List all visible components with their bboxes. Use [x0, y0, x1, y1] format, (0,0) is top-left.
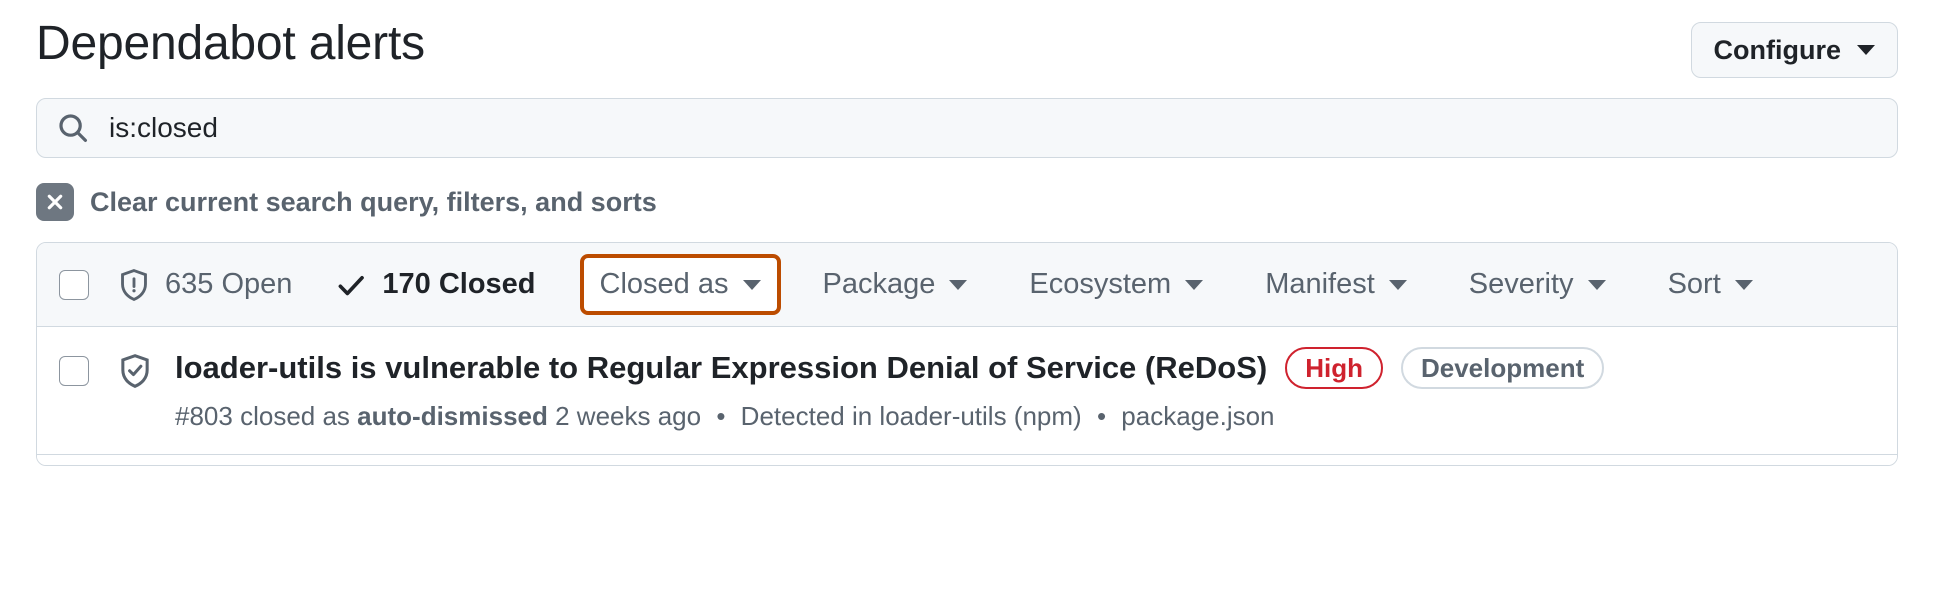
filter-manifest-label: Manifest [1265, 268, 1375, 301]
alert-title-line: loader-utils is vulnerable to Regular Ex… [175, 347, 1604, 389]
shield-check-icon [117, 353, 153, 389]
chevron-down-icon [1389, 280, 1407, 290]
chevron-down-icon [949, 280, 967, 290]
alert-detected-in: Detected in loader-utils (npm) [741, 401, 1082, 431]
alert-manifest: package.json [1121, 401, 1274, 431]
chevron-down-icon [1857, 45, 1875, 55]
filter-package[interactable]: Package [803, 254, 988, 315]
page-header: Dependabot alerts Configure [36, 0, 1898, 96]
filter-closed-as[interactable]: Closed as [580, 254, 781, 315]
alert-meta: #803 closed as auto-dismissed 2 weeks ag… [175, 401, 1604, 432]
alert-body: loader-utils is vulnerable to Regular Ex… [175, 347, 1604, 432]
search-icon [57, 112, 89, 144]
alert-select-checkbox[interactable] [59, 356, 89, 386]
shield-alert-icon [117, 268, 151, 302]
filter-sort-label: Sort [1668, 268, 1721, 301]
filter-severity-label: Severity [1469, 268, 1574, 301]
scope-badge: Development [1401, 347, 1604, 389]
page-title: Dependabot alerts [36, 14, 425, 74]
clear-filter-label: Clear current search query, filters, and… [90, 187, 657, 218]
search-input[interactable] [109, 112, 1877, 144]
chevron-down-icon [1588, 280, 1606, 290]
configure-button-label: Configure [1714, 35, 1842, 66]
filter-state-open-label: 635 Open [165, 268, 292, 301]
alert-time: 2 weeks ago [555, 401, 701, 431]
dependabot-alerts-page: Dependabot alerts Configure Clear curren… [0, 0, 1934, 602]
chevron-down-icon [743, 280, 761, 290]
configure-button[interactable]: Configure [1691, 22, 1899, 78]
meta-separator-icon: • [1097, 401, 1106, 431]
alert-number: #803 [175, 401, 233, 431]
filter-state-closed[interactable]: 170 Closed [334, 268, 535, 302]
clear-filter-button[interactable]: Clear current search query, filters, and… [36, 180, 1898, 224]
alert-row-next-partial [37, 455, 1897, 465]
alert-title[interactable]: loader-utils is vulnerable to Regular Ex… [175, 350, 1267, 386]
search-bar[interactable] [36, 98, 1898, 158]
check-icon [334, 268, 368, 302]
filter-state-closed-label: 170 Closed [382, 268, 535, 301]
filter-sort[interactable]: Sort [1648, 254, 1773, 315]
x-circle-icon [36, 183, 74, 221]
filter-ecosystem[interactable]: Ecosystem [1009, 254, 1223, 315]
alerts-container: 635 Open 170 Closed Closed as Package [36, 242, 1898, 466]
filter-severity[interactable]: Severity [1449, 254, 1626, 315]
filter-manifest[interactable]: Manifest [1245, 254, 1427, 315]
filter-closed-as-label: Closed as [600, 268, 729, 301]
select-all-checkbox[interactable] [59, 270, 89, 300]
chevron-down-icon [1735, 280, 1753, 290]
meta-separator-icon: • [716, 401, 725, 431]
filter-package-label: Package [823, 268, 936, 301]
alert-closed-as-prefix: closed as [240, 401, 350, 431]
alert-closed-as-value: auto-dismissed [357, 401, 548, 431]
alert-row[interactable]: loader-utils is vulnerable to Regular Ex… [37, 327, 1897, 455]
alerts-filter-bar: 635 Open 170 Closed Closed as Package [37, 243, 1897, 327]
filter-state-open[interactable]: 635 Open [117, 268, 292, 302]
filter-ecosystem-label: Ecosystem [1029, 268, 1171, 301]
severity-badge: High [1285, 347, 1383, 389]
filter-dropdowns: Closed as Package Ecosystem Manifest Sev… [580, 254, 1773, 315]
chevron-down-icon [1185, 280, 1203, 290]
